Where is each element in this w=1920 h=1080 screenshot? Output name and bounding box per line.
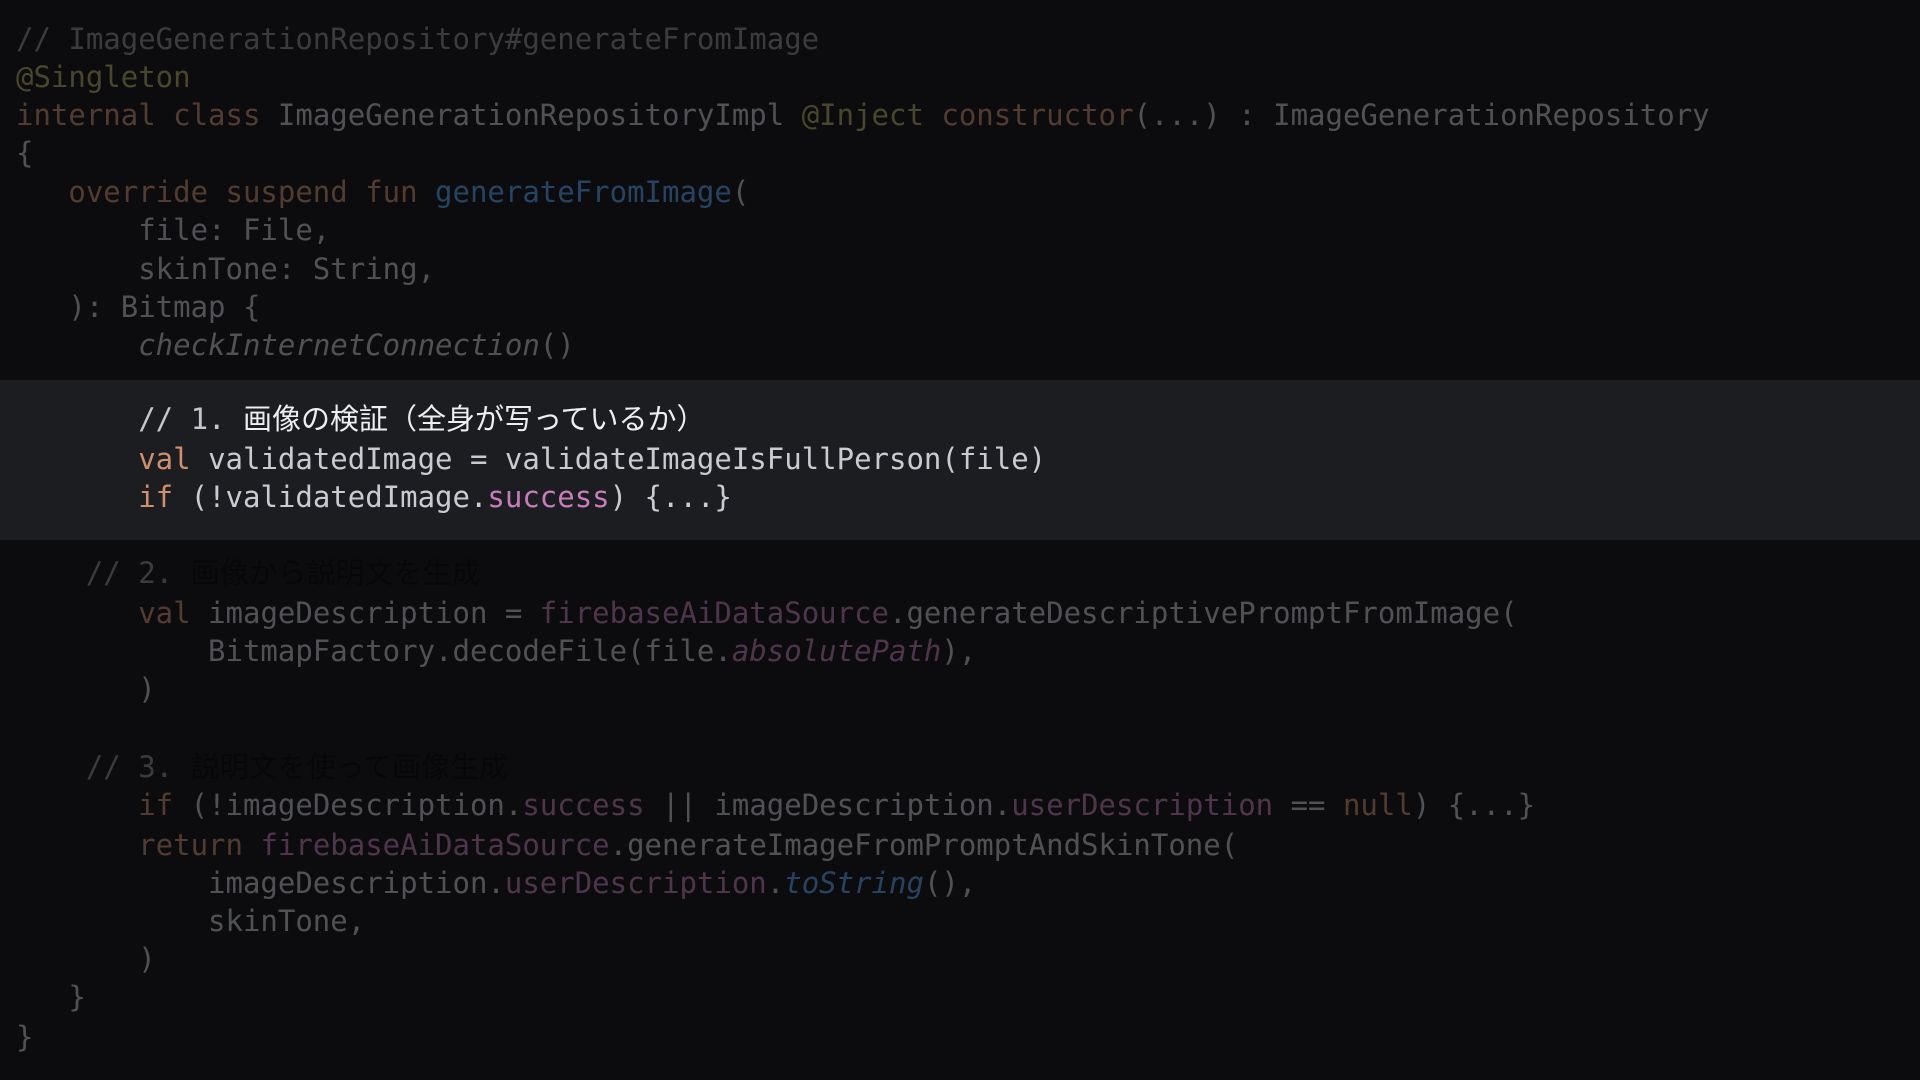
code-token: @Singleton (16, 60, 191, 94)
code-token: . (766, 866, 785, 900)
code-token: generateFromImage (435, 175, 732, 209)
code-line: if (!imageDescription.success || imageDe… (16, 786, 1535, 824)
code-token: userDescription (504, 866, 767, 900)
code-line: internal class ImageGenerationRepository… (16, 96, 1710, 134)
code-token: ImageGenerationRepositoryImpl (277, 98, 802, 132)
code-token: toString (784, 866, 924, 900)
code-token: .generateImageFromPromptAndSkinTone( (609, 828, 1239, 862)
code-token: (), (923, 866, 977, 900)
code-token: skinTone, (16, 904, 366, 938)
code-token: .generateDescriptivePromptFromImage( (889, 596, 1518, 630)
code-token: 説明文を使って画像生成 (190, 750, 509, 784)
code-token: } (16, 1020, 34, 1054)
code-token: return (16, 828, 261, 862)
code-token: skinTone: String, (16, 252, 436, 286)
code-editor: // ImageGenerationRepository#generateFro… (0, 0, 1920, 1080)
code-token: (...) : ImageGenerationRepository (1133, 98, 1710, 132)
code-token: null (1342, 788, 1413, 822)
code-token: } (16, 980, 86, 1014)
code-token: imageDescription. (16, 866, 505, 900)
code-token: // 3. (16, 750, 191, 784)
code-token: internal class (16, 98, 278, 132)
code-token: == (1273, 788, 1343, 822)
code-line: if (!validatedImage.success) {...} (16, 478, 732, 516)
code-token: 画像の検証（全身が写っているか） (242, 402, 706, 436)
code-token: ) {...} (609, 480, 732, 514)
code-token: firebaseAiDataSource (539, 596, 889, 630)
code-token: checkInternetConnection (138, 328, 540, 362)
code-line: // 2. 画像から説明文を生成 (16, 554, 481, 592)
code-token: { (16, 136, 34, 170)
code-line: skinTone, (16, 902, 365, 940)
code-line: { (16, 134, 33, 172)
code-line: ) (16, 940, 156, 978)
code-line: checkInternetConnection() (16, 326, 575, 364)
code-line: BitmapFactory.decodeFile(file.absolutePa… (16, 632, 976, 670)
code-line: // 1. 画像の検証（全身が写っているか） (16, 400, 706, 438)
code-line: val imageDescription = firebaseAiDataSou… (16, 594, 1518, 632)
code-line: @Singleton (16, 58, 191, 96)
code-token: // 1. (16, 402, 243, 436)
code-token: () (539, 328, 575, 362)
code-token: if (16, 480, 191, 514)
code-line: } (16, 978, 86, 1016)
code-token: imageDescription = (208, 596, 540, 630)
code-line: // ImageGenerationRepository#generateFro… (16, 20, 819, 58)
code-token: (!imageDescription. (190, 788, 523, 822)
code-line: override suspend fun generateFromImage( (16, 173, 749, 211)
code-line: } (16, 1018, 33, 1056)
code-token: validatedImage = validateImageIsFullPers… (208, 442, 1047, 476)
code-token: @Inject (801, 98, 942, 132)
code-token: ), (941, 634, 977, 668)
code-token: userDescription (1011, 788, 1274, 822)
code-token: file: File, (16, 213, 331, 247)
code-token: success (487, 480, 610, 514)
code-token: override suspend fun (16, 175, 436, 209)
code-token: // 2. (16, 556, 191, 590)
code-token: constructor (941, 98, 1134, 132)
code-token: ) {...} (1412, 788, 1536, 822)
code-line: val validatedImage = validateImageIsFull… (16, 440, 1046, 478)
code-line: return firebaseAiDataSource.generateImag… (16, 826, 1238, 864)
code-token: firebaseAiDataSource (260, 828, 610, 862)
code-token: val (16, 442, 209, 476)
code-token: success (522, 788, 645, 822)
code-token: ): Bitmap { (16, 290, 261, 324)
code-line: ): Bitmap { (16, 288, 260, 326)
code-token: if (16, 788, 191, 822)
code-token: BitmapFactory.decodeFile(file. (16, 634, 732, 668)
code-token: (!validatedImage. (190, 480, 488, 514)
code-line: imageDescription.userDescription.toStrin… (16, 864, 976, 902)
code-line: // 3. 説明文を使って画像生成 (16, 748, 508, 786)
code-token: ( (731, 175, 750, 209)
code-token: val (16, 596, 209, 630)
code-token: || imageDescription. (644, 788, 1012, 822)
code-line: file: File, (16, 211, 330, 249)
code-token: ) (16, 672, 156, 706)
code-line: skinTone: String, (16, 250, 435, 288)
code-token: // ImageGenerationRepository#generateFro… (16, 22, 820, 56)
code-token: 画像から説明文を生成 (190, 556, 481, 590)
code-line: ) (16, 670, 156, 708)
code-token: absolutePath (731, 634, 942, 668)
code-token: ) (16, 942, 156, 976)
